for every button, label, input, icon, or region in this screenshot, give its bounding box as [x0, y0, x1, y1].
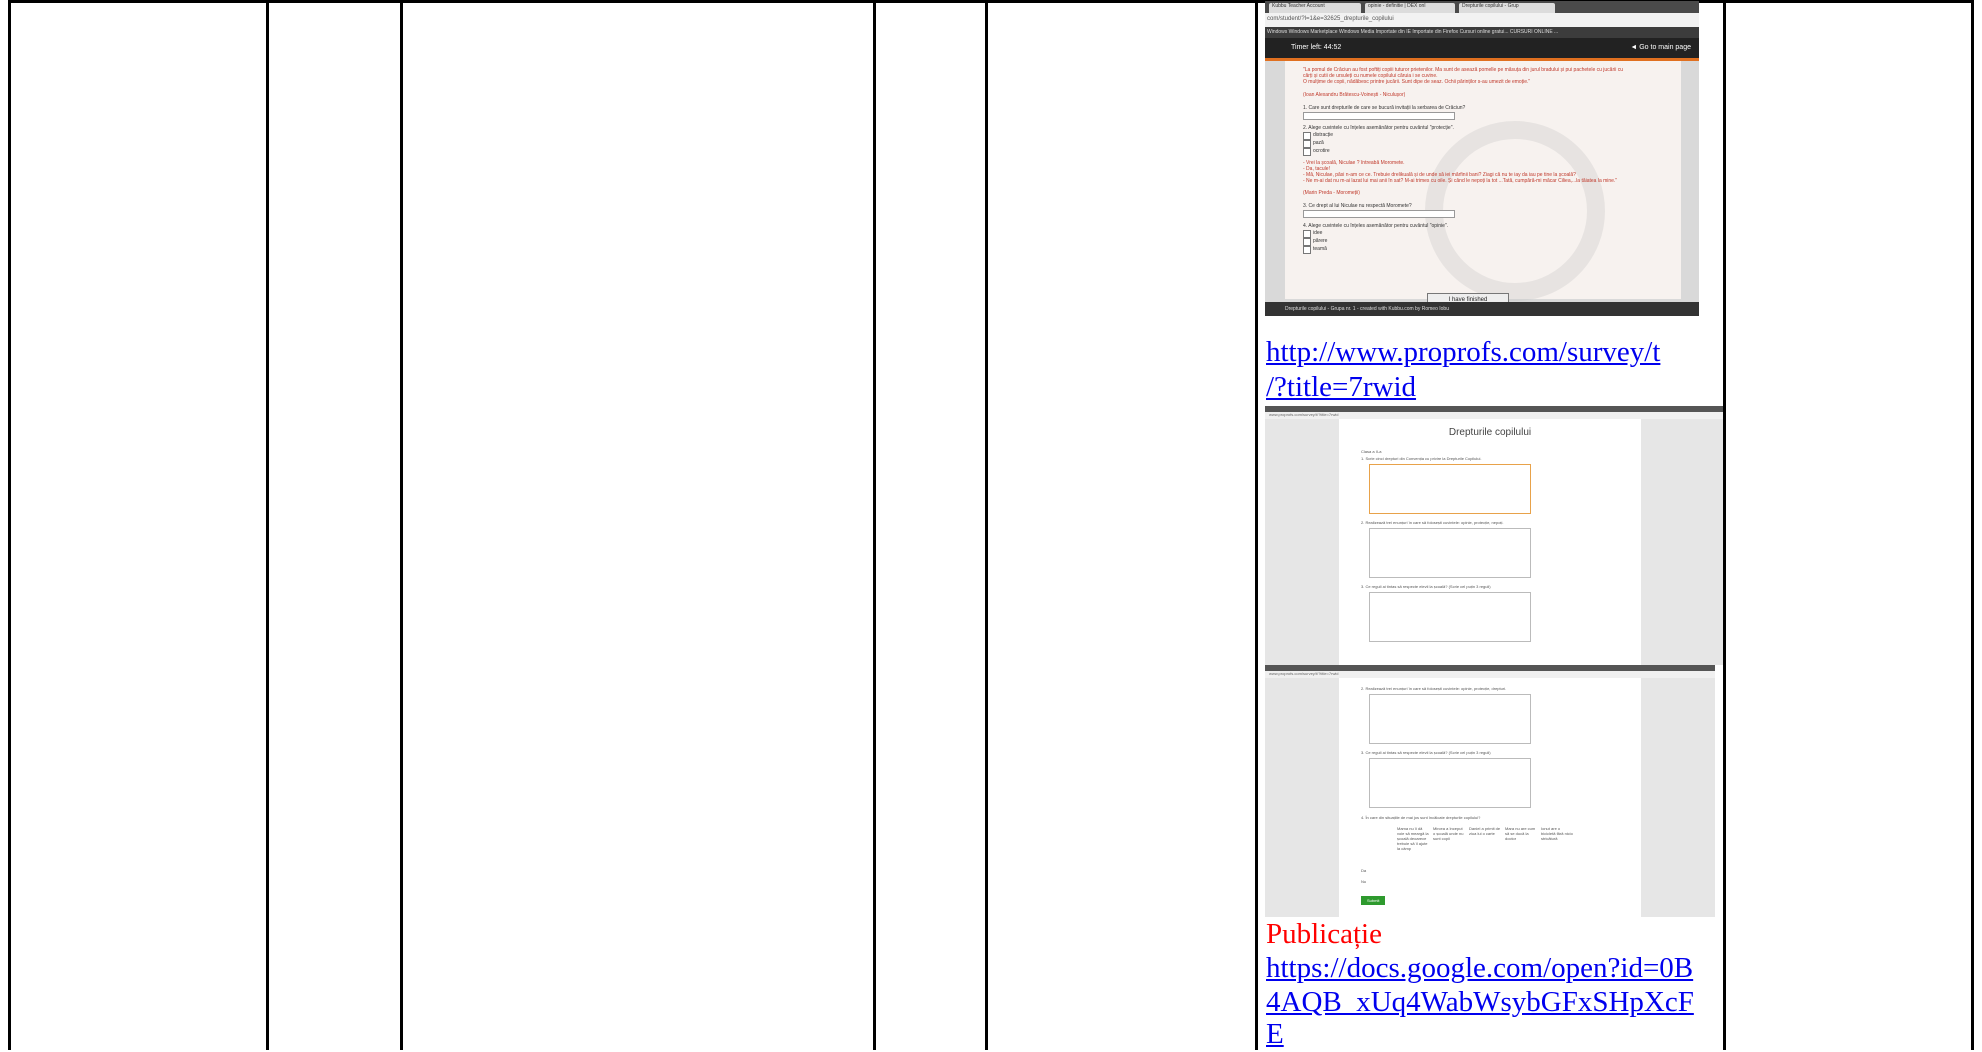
answer-textarea: [1369, 592, 1531, 642]
option-label: ocrotire: [1313, 148, 1330, 154]
page-background: Drepturile copilului Clasa a II-a 1. Scr…: [1265, 419, 1723, 665]
checkbox: [1303, 246, 1311, 254]
quiz-text: (Marin Preda - Moromeții): [1303, 190, 1360, 196]
bookmarks-bar: Windows Windows Marketplace Windows Medi…: [1265, 27, 1699, 38]
publication-label: Publicație: [1266, 918, 1382, 950]
survey-intro: Clasa a II-a: [1361, 449, 1382, 454]
proprofs-survey-screenshot-2: www.proprofs.com/survey/t/?title=7rwid 2…: [1265, 665, 1715, 917]
column-divider: [1971, 0, 1974, 1050]
google-docs-link-cont[interactable]: 4AQB_xUq4WabWsybGFxSHpXcF: [1266, 985, 1694, 1020]
question-3: 3. Ce drept al lui Niculae nu respectă M…: [1303, 203, 1412, 209]
column-divider: [1255, 0, 1258, 1050]
column-divider: [266, 0, 269, 1050]
address-bar: com/student/?l=1&e=32625_drepturile_copi…: [1265, 13, 1699, 27]
survey-question: 3. Ce reguli ai tintas să respecte elevi…: [1361, 584, 1491, 589]
survey-question: 2. Realizează trei enunțuri în care să f…: [1361, 520, 1504, 525]
matrix-row-label: Nu: [1361, 879, 1367, 884]
matrix-column: Ionut are o bicicletă fără nicio stricăt…: [1541, 826, 1573, 841]
survey-question: 3. Ce reguli ai tintas să respecte elevi…: [1361, 750, 1491, 755]
survey-page: Drepturile copilului Clasa a II-a 1. Scr…: [1339, 419, 1641, 665]
google-docs-link-end[interactable]: E: [1266, 1017, 1284, 1052]
option-label: distracție: [1313, 132, 1334, 138]
quiz-paper: "La pomul de Crăciun au fost poftiți cop…: [1285, 61, 1681, 301]
quiz-text: - Ne m-ai dat nu m-ai lazat lui mai anii…: [1303, 178, 1618, 184]
column-divider: [873, 0, 876, 1050]
google-docs-link[interactable]: https://docs.google.com/open?id=0B: [1266, 951, 1693, 986]
column-divider: [400, 0, 403, 1050]
go-to-main-link: ◄ Go to main page: [1630, 44, 1691, 51]
question-2: 2. Alege cuvintele cu înțeles asemănător…: [1303, 125, 1454, 131]
option-label: părere: [1313, 238, 1328, 244]
quiz-body: "La pomul de Crăciun au fost poftiți cop…: [1265, 61, 1699, 307]
browser-tab: opinie - definitie | DEX onl: [1365, 3, 1455, 13]
question-1: 1. Care sunt drepturile de care se bucur…: [1303, 105, 1466, 111]
option-label: pază: [1313, 140, 1324, 146]
matrix-column: Mama nu îi dă voie să meargă la școală d…: [1397, 826, 1429, 851]
matrix-column: Mircea a început o școală unde nu sunt c…: [1433, 826, 1464, 841]
kubbu-quiz-screenshot: Kubbu Teacher Account opinie - definitie…: [1265, 1, 1699, 335]
address-bar: www.proprofs.com/survey/t/?title=7rwid: [1265, 412, 1723, 419]
answer-input: [1303, 210, 1455, 218]
proprofs-survey-screenshot: www.proprofs.com/survey/t/?title=7rwid D…: [1265, 406, 1723, 665]
answer-textarea: [1369, 528, 1531, 578]
checkbox: [1303, 140, 1311, 148]
answer-textarea: [1369, 464, 1531, 514]
quiz-text: O mulțime de copii, nădăbesc printre juc…: [1303, 79, 1531, 85]
survey-title: Drepturile copilului: [1448, 427, 1532, 438]
checkbox: [1303, 148, 1311, 156]
survey-question: 2. Realizează trei enunțuri în care să f…: [1361, 686, 1507, 691]
survey-question: 1. Scrie cinci drepturi din Convenția cu…: [1361, 456, 1482, 461]
checkbox: [1303, 230, 1311, 238]
answer-textarea: [1369, 694, 1531, 744]
survey-question: 4. În care din situațiile de mai jos sun…: [1361, 815, 1481, 820]
page-background: 2. Realizează trei enunțuri în care să f…: [1265, 678, 1715, 917]
proprofs-survey-link[interactable]: http://www.proprofs.com/survey/t: [1266, 335, 1660, 370]
matrix-column: Daniel a primit de ziua lui o carte: [1469, 826, 1501, 836]
option-label: idee: [1313, 230, 1323, 236]
timer-label: Timer left: 44:52: [1291, 44, 1342, 51]
answer-textarea: [1369, 758, 1531, 808]
browser-tab: Kubbu Teacher Account: [1269, 3, 1361, 13]
column-divider: [985, 0, 988, 1050]
quiz-footer: Drepturile copilului - Grupa nr. 1 - cre…: [1265, 302, 1699, 316]
submit-button: Submit: [1361, 896, 1386, 905]
matrix-row-label: Da: [1361, 868, 1367, 873]
quiz-text: (Ioan Alexandru Brătescu-Voinești - Nicu…: [1303, 92, 1406, 98]
quiz-header: Timer left: 44:52 ◄ Go to main page: [1265, 38, 1699, 61]
browser-tab: Drepturile copilului - Grup: [1459, 3, 1555, 13]
checkbox: [1303, 132, 1311, 140]
column-divider: [1723, 0, 1726, 1050]
address-bar: www.proprofs.com/survey/t/?title=7rwid: [1265, 671, 1715, 678]
answer-input: [1303, 112, 1455, 120]
browser-tab-bar: Kubbu Teacher Account opinie - definitie…: [1265, 1, 1699, 13]
proprofs-survey-link-cont[interactable]: /?title=7rwid: [1266, 370, 1416, 405]
option-label: teamă: [1313, 246, 1327, 252]
checkbox: [1303, 238, 1311, 246]
survey-page: 2. Realizează trei enunțuri în care să f…: [1339, 678, 1641, 917]
question-4: 4. Alege cuvintele cu înțeles asemănător…: [1303, 223, 1449, 229]
matrix-column: Mara nu are cum să se ducă la doctor: [1505, 826, 1536, 841]
